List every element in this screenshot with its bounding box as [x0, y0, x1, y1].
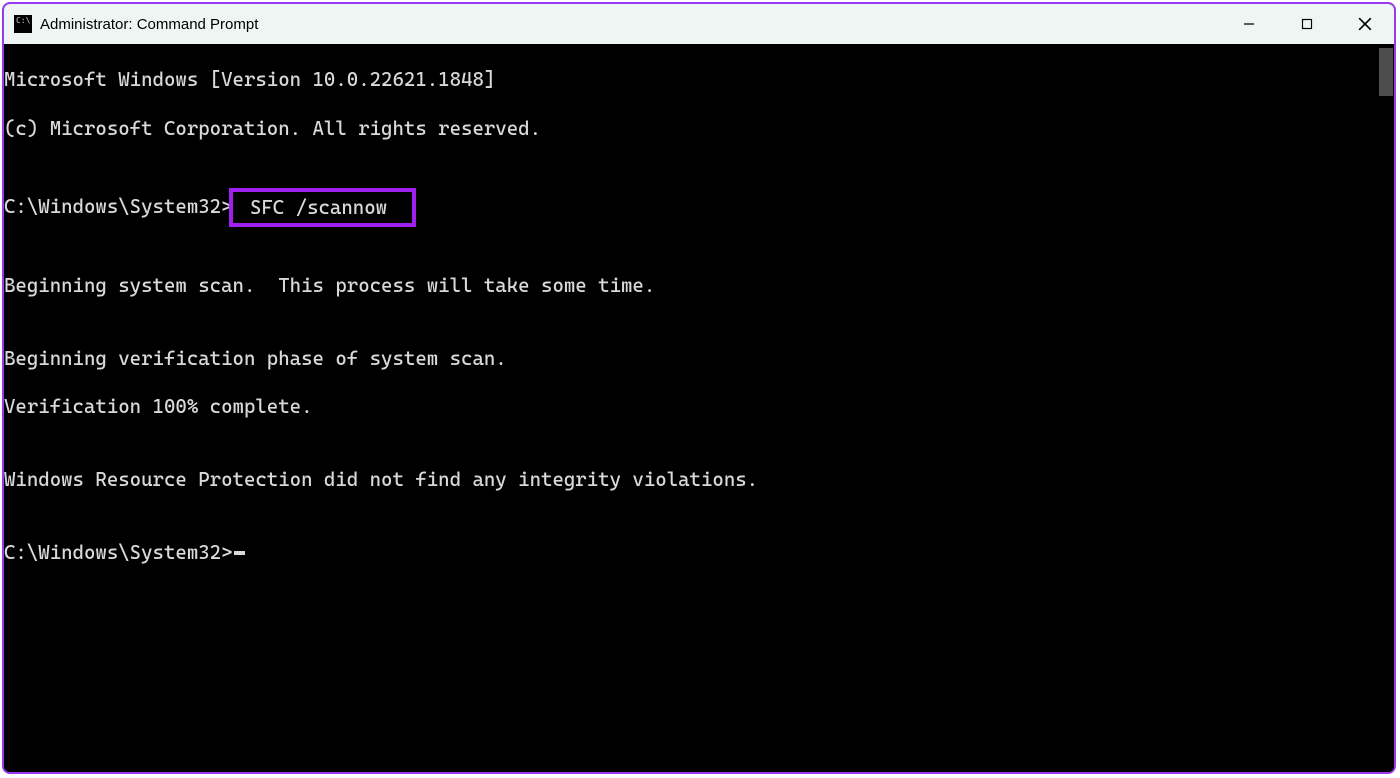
titlebar[interactable]: C:\ Administrator: Command Prompt — [4, 4, 1394, 44]
minimize-icon — [1243, 18, 1255, 30]
prompt-path: C:\Windows\System32> — [4, 195, 233, 219]
prompt-line: C:\Windows\System32> SFC /scannow — [4, 190, 1376, 226]
maximize-button[interactable] — [1278, 4, 1336, 44]
terminal-client-area: Microsoft Windows [Version 10.0.22621.18… — [4, 44, 1394, 772]
output-line: (c) Microsoft Corporation. All rights re… — [4, 117, 1376, 141]
close-button[interactable] — [1336, 4, 1394, 44]
cmd-icon: C:\ — [14, 15, 32, 33]
output-line: Verification 100% complete. — [4, 395, 1376, 419]
scrollbar-track[interactable] — [1376, 44, 1394, 772]
highlighted-command: SFC /scannow — [229, 188, 417, 228]
output-line: Beginning system scan. This process will… — [4, 274, 1376, 298]
prompt-line: C:\Windows\System32> — [4, 541, 1376, 565]
output-line: Microsoft Windows [Version 10.0.22621.18… — [4, 68, 1376, 92]
scrollbar-thumb[interactable] — [1379, 48, 1393, 96]
output-line: Beginning verification phase of system s… — [4, 347, 1376, 371]
output-line: Windows Resource Protection did not find… — [4, 468, 1376, 492]
maximize-icon — [1301, 18, 1313, 30]
window-title: Administrator: Command Prompt — [40, 16, 258, 33]
terminal-output[interactable]: Microsoft Windows [Version 10.0.22621.18… — [4, 44, 1376, 772]
command-prompt-window: C:\ Administrator: Command Prompt Micros… — [2, 2, 1396, 774]
close-icon — [1358, 17, 1372, 31]
prompt-path: C:\Windows\System32> — [4, 541, 233, 565]
cursor — [234, 551, 245, 555]
minimize-button[interactable] — [1220, 4, 1278, 44]
